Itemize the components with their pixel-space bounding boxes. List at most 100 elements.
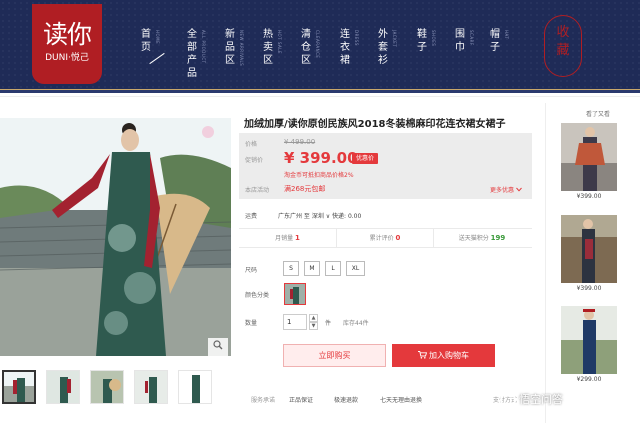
nav-item-hot-sale[interactable]: 热卖区 HOT SALE (262, 28, 286, 78)
nav-item-new-arrivals[interactable]: 新品区 NEW ARRIVALS (224, 28, 248, 78)
nav-label: 外套衫 (378, 29, 388, 66)
nav-item-clearance[interactable]: 清仓区 CLEARANCE (300, 28, 324, 78)
brand-logo[interactable]: 读你 DUNI·悦己 (32, 4, 102, 84)
watermark: 悟空问答 (500, 389, 563, 411)
nav-en-label: NEW ARRIVALS (239, 30, 244, 67)
logo-text: 读你 (42, 20, 92, 49)
nav-en-label: ALL PRODUCT (201, 30, 206, 64)
size-option-s[interactable]: S (283, 261, 299, 276)
coupon-text[interactable]: 满268元包邮 (284, 184, 325, 194)
related-product-price: ¥399.00 (576, 285, 602, 292)
more-offers-label: 更多优惠 (490, 187, 515, 194)
stat-monthly-sales: 月销量 1 (239, 229, 336, 248)
related-product-image (561, 123, 617, 191)
arrow-up-icon[interactable]: ▲ (309, 314, 318, 322)
thumbnail-strip (2, 370, 227, 408)
add-to-cart-button[interactable]: 加入购物车 (392, 344, 495, 367)
original-price: ¥ 499.00 (284, 138, 316, 146)
sales-stats-bar: 月销量 1 累计评价 0 送天猫积分 199 (239, 228, 532, 248)
service-label: 服务承诺 (251, 397, 276, 404)
thumbnail-3[interactable] (90, 370, 124, 404)
shipping-destination-select[interactable]: 广东广州 至 深圳 ∨ 快递: 0.00 (278, 211, 361, 220)
stock-count: 库存44件 (343, 320, 369, 327)
nav-item-shoes[interactable]: 鞋子 SHOES (416, 28, 440, 78)
shipping-label: 运费 (245, 213, 258, 220)
nav-label: 全部产品 (187, 29, 197, 79)
more-offers-link[interactable]: 更多优惠 (490, 185, 522, 194)
nav-label: 热卖区 (263, 29, 273, 66)
stat-label: 月销量 (275, 235, 294, 242)
related-product-price: ¥299.00 (576, 376, 602, 383)
buy-now-button[interactable]: 立即购买 (283, 344, 386, 367)
stat-value: 199 (490, 234, 506, 242)
add-to-cart-label: 加入购物车 (429, 351, 469, 360)
nav-label: 围巾 (455, 29, 465, 53)
nav-item-home[interactable]: 首页 HOME (140, 28, 165, 78)
promo-note: 淘金币可抵扣商品价格2% (284, 172, 354, 179)
nav-label: 连衣裙 (340, 29, 350, 66)
color-label: 颜色分类 (245, 292, 270, 299)
promo-tag-badge: 优惠价 (352, 153, 379, 164)
product-photo (0, 118, 231, 356)
nav-item-dress[interactable]: 连衣裙 DRESS (339, 28, 363, 78)
magnifier-icon[interactable] (208, 338, 228, 356)
nav-en-label: HOME (155, 30, 160, 45)
stat-label: 累计评价 (369, 235, 394, 242)
color-option-swatch[interactable] (284, 283, 306, 305)
size-option-l[interactable]: L (325, 261, 341, 276)
related-product-3[interactable]: ¥299.00 (561, 306, 617, 383)
nav-en-label: HOT SALE (277, 30, 282, 54)
favorite-seal-button[interactable]: 收藏 (544, 15, 582, 77)
nav-en-label: DRESS (354, 30, 359, 46)
nav-label: 新品区 (225, 29, 235, 66)
thumbnail-4[interactable] (134, 370, 168, 404)
related-product-2[interactable]: ¥399.00 (561, 215, 617, 292)
size-option-m[interactable]: M (304, 261, 320, 276)
related-product-image (561, 215, 617, 283)
watermark-text: 悟空问答 (519, 393, 563, 406)
cart-icon (418, 351, 428, 359)
nav-item-scarf[interactable]: 围巾 SCARF (454, 28, 478, 78)
stat-value: 1 (295, 234, 300, 242)
stat-tmall-points: 送天猫积分 199 (433, 229, 530, 248)
thumbnail-2[interactable] (46, 370, 80, 404)
quantity-input[interactable]: 1 (283, 314, 307, 330)
product-main-image[interactable] (0, 118, 231, 356)
nav-en-label: CLEARANCE (315, 30, 320, 59)
logo-subtext: DUNI·悦己 (45, 53, 89, 63)
stat-label: 送天猫积分 (458, 235, 489, 242)
thumbnail-1[interactable] (2, 370, 36, 404)
nav-label: 清仓区 (301, 29, 311, 66)
promo-price-label: 促销价 (245, 157, 264, 164)
sidebar-divider (545, 103, 546, 423)
seal-text: 收藏 (556, 25, 570, 58)
header-bottom-border (0, 89, 640, 93)
nav-en-label: HAT (504, 30, 509, 40)
nav-item-jacket[interactable]: 外套衫 JACKET (377, 28, 401, 78)
thumbnail-5[interactable] (178, 370, 212, 404)
size-option-xl[interactable]: XL (346, 261, 365, 276)
nav-en-label: SCARF (469, 30, 474, 46)
nav-label: 帽子 (490, 29, 500, 53)
nav-label: 鞋子 (417, 29, 427, 53)
nav-en-label: JACKET (392, 30, 397, 48)
size-label: 尺码 (245, 267, 258, 274)
nav-item-all-products[interactable]: 全部产品 ALL PRODUCT (186, 28, 210, 79)
service-item-genuine[interactable]: 正品保证 (289, 395, 313, 404)
service-item-fast-refund[interactable]: 极速退款 (334, 395, 358, 404)
related-product-image (561, 306, 617, 374)
service-item-seven-day-return[interactable]: 七天无理由退换 (380, 395, 422, 404)
product-title: 加绒加厚/读你原创民族风2018冬装棉麻印花连衣裙女裙子 (244, 119, 506, 130)
header-divider (0, 96, 640, 97)
shop-activity-label: 本店活动 (245, 187, 270, 194)
related-product-1[interactable]: ¥399.00 (561, 123, 617, 200)
price-panel: 价格 ¥ 499.00 促销价 ¥ 399.00 优惠价 淘金币可抵扣商品价格2… (239, 133, 532, 199)
quantity-unit: 件 (325, 320, 332, 327)
nav-active-marker (149, 52, 165, 65)
price-label: 价格 (245, 141, 258, 148)
arrow-down-icon[interactable]: ▼ (309, 322, 318, 330)
stat-value: 0 (395, 234, 401, 242)
nav-item-hat[interactable]: 帽子 HAT (489, 28, 513, 78)
stat-total-reviews[interactable]: 累计评价 0 (336, 229, 433, 248)
sidebar-title: 看了又看 (586, 111, 611, 118)
